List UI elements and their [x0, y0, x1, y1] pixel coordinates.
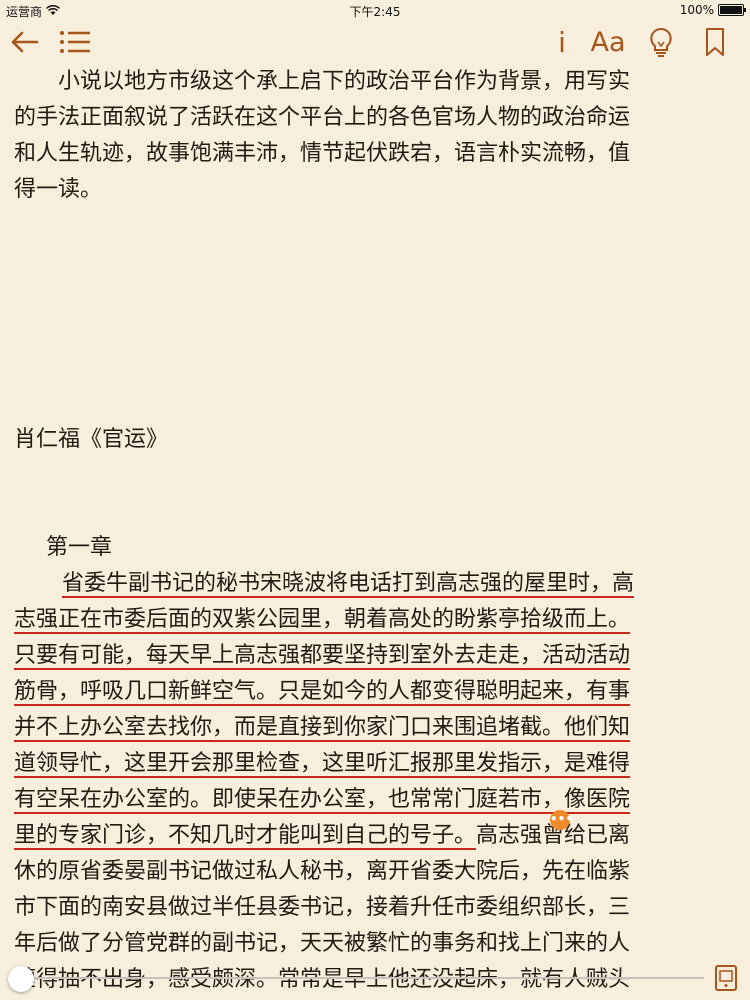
- highlighted-text[interactable]: 有空呆在办公室的。即使呆在办公室，也常常门庭若市，像医院: [14, 787, 631, 814]
- progress-track[interactable]: [16, 977, 704, 979]
- back-button[interactable]: [6, 22, 42, 62]
- body-line: 里的专家门诊，不知几时才能叫到自己的号子。高志强曾给已离: [14, 818, 736, 854]
- reader-toolbar: i Aa: [0, 22, 750, 62]
- intro-line: 得一读。: [14, 177, 103, 202]
- book-intro: 小说以地方市级这个承上启下的政治平台作为背景，用写实: [14, 64, 736, 100]
- lightbulb-icon: [649, 27, 673, 57]
- intro-line: 的手法正面叙说了活跃在这个平台上的各色官场人物的政治命运: [14, 105, 631, 130]
- reading-page[interactable]: 小说以地方市级这个承上启下的政治平台作为背景，用写实 的手法正面叙说了活跃在这个…: [14, 62, 736, 998]
- highlighted-text[interactable]: 筋骨，呼吸几口新鲜空气。只是如今的人都变得聪明起来，有事: [14, 679, 631, 706]
- info-button[interactable]: i: [552, 22, 572, 62]
- page-mode-icon: [714, 965, 738, 996]
- battery-percent: 100%: [679, 3, 714, 17]
- bookmark-icon: [705, 27, 725, 57]
- note-icon[interactable]: •••: [550, 810, 573, 830]
- intro-line: 小说以地方市级这个承上启下的政治平台作为背景，用写实: [58, 69, 631, 94]
- body-line: 省委牛副书记的秘书宋晓波将电话打到高志强的屋里时，高: [14, 566, 736, 602]
- book-title: 肖仁福《官运》: [14, 427, 169, 452]
- body-line: 并不上办公室去找你，而是直接到你家门口来围追堵截。他们知: [14, 710, 736, 746]
- page-mode-button[interactable]: [714, 964, 738, 992]
- body-line: 有空呆在办公室的。即使呆在办公室，也常常门庭若市，像医院: [14, 782, 736, 818]
- status-right: 100%: [679, 3, 746, 17]
- list-icon: [59, 30, 91, 54]
- status-bar: 运营商 下午2:45 100%: [0, 0, 750, 20]
- highlighted-text[interactable]: 并不上办公室去找你，而是直接到你家门口来围追堵截。他们知: [14, 715, 631, 742]
- chapter-title: 第一章: [46, 535, 113, 560]
- highlighted-text[interactable]: 只要有可能，每天早上高志强都要坚持到室外去走走，活动活动: [14, 643, 631, 670]
- body-line: 市下面的南安县做过半任县委书记，接着升任市委组织部长，三: [14, 895, 631, 920]
- bookmark-button[interactable]: [702, 22, 728, 62]
- body-line: 志强正在市委后面的双紫公园里，朝着高处的盼紫亭拾级而上。: [14, 602, 736, 638]
- progress-slider-handle[interactable]: [8, 966, 34, 992]
- body-line: 筋骨，呼吸几口新鲜空气。只是如今的人都变得聪明起来，有事: [14, 674, 736, 710]
- progress-bar: [0, 958, 750, 1000]
- intro-line: 和人生轨迹，故事饱满丰沛，情节起伏跌宕，语言朴实流畅，值: [14, 141, 631, 166]
- chapter-body: 省委牛副书记的秘书宋晓波将电话打到高志强的屋里时，高 志强正在市委后面的双紫公园…: [14, 566, 736, 998]
- body-line: 道领导忙，这里开会那里检查，这里听汇报那里发指示，是难得: [14, 746, 736, 782]
- highlighted-text[interactable]: 志强正在市委后面的双紫公园里，朝着高处的盼紫亭拾级而上。: [14, 607, 631, 634]
- font-settings-button[interactable]: Aa: [588, 22, 628, 62]
- battery-icon: [718, 4, 746, 16]
- highlighted-text[interactable]: 里的专家门诊，不知几时才能叫到自己的号子。: [14, 823, 477, 850]
- brightness-button[interactable]: [646, 22, 676, 62]
- book-intro-cont: 的手法正面叙说了活跃在这个平台上的各色官场人物的政治命运 和人生轨迹，故事饱满丰…: [14, 100, 736, 208]
- highlighted-text[interactable]: 道领导忙，这里开会那里检查，这里听汇报那里发指示，是难得: [14, 751, 631, 778]
- highlighted-text[interactable]: 省委牛副书记的秘书宋晓波将电话打到高志强的屋里时，高: [62, 571, 635, 598]
- body-line: 年后做了分管党群的副书记，天天被繁忙的事务和找上门来的人: [14, 931, 631, 956]
- arrow-left-icon: [9, 30, 39, 54]
- body-line: 休的原省委晏副书记做过私人秘书，离开省委大院后，先在临紫: [14, 859, 631, 884]
- clock: 下午2:45: [349, 5, 401, 19]
- body-line: 只要有可能，每天早上高志强都要坚持到室外去走走，活动活动: [14, 638, 736, 674]
- table-of-contents-button[interactable]: [56, 22, 94, 62]
